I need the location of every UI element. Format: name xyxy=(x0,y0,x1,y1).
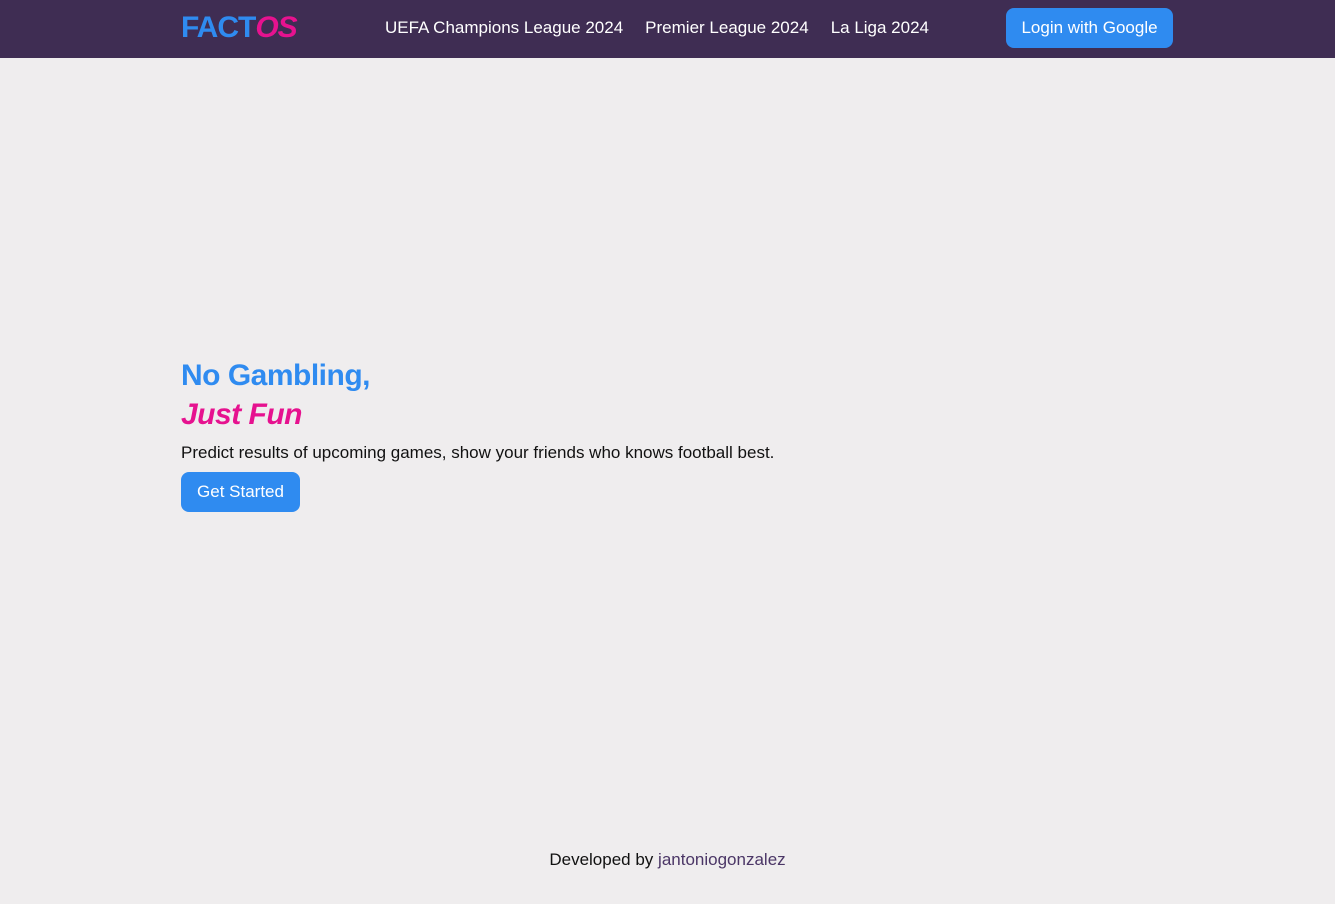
nav-links: UEFA Champions League 2024 Premier Leagu… xyxy=(385,16,929,40)
nav-link-premier-league[interactable]: Premier League 2024 xyxy=(645,16,809,40)
get-started-button[interactable]: Get Started xyxy=(181,472,300,512)
page-footer: Developed by jantoniogonzalez xyxy=(0,848,1335,872)
nav-link-champions-league[interactable]: UEFA Champions League 2024 xyxy=(385,16,623,40)
site-logo[interactable]: FACTOS xyxy=(181,10,298,46)
footer-author-link[interactable]: jantoniogonzalez xyxy=(658,850,786,869)
login-with-google-button[interactable]: Login with Google xyxy=(1006,8,1173,48)
hero-section: No Gambling, Just Fun Predict results of… xyxy=(181,356,774,512)
logo-text-fact: FACT xyxy=(181,11,256,44)
nav-link-la-liga[interactable]: La Liga 2024 xyxy=(831,16,929,40)
footer-prefix: Developed by xyxy=(549,850,654,869)
hero-tagline: Predict results of upcoming games, show … xyxy=(181,443,775,462)
hero-headline-line2: Just Fun xyxy=(181,398,303,431)
logo-text-os: OS xyxy=(255,11,297,44)
hero-headline-line1: No Gambling, xyxy=(181,359,371,392)
top-navbar: FACTOS UEFA Champions League 2024 Premie… xyxy=(0,0,1335,58)
